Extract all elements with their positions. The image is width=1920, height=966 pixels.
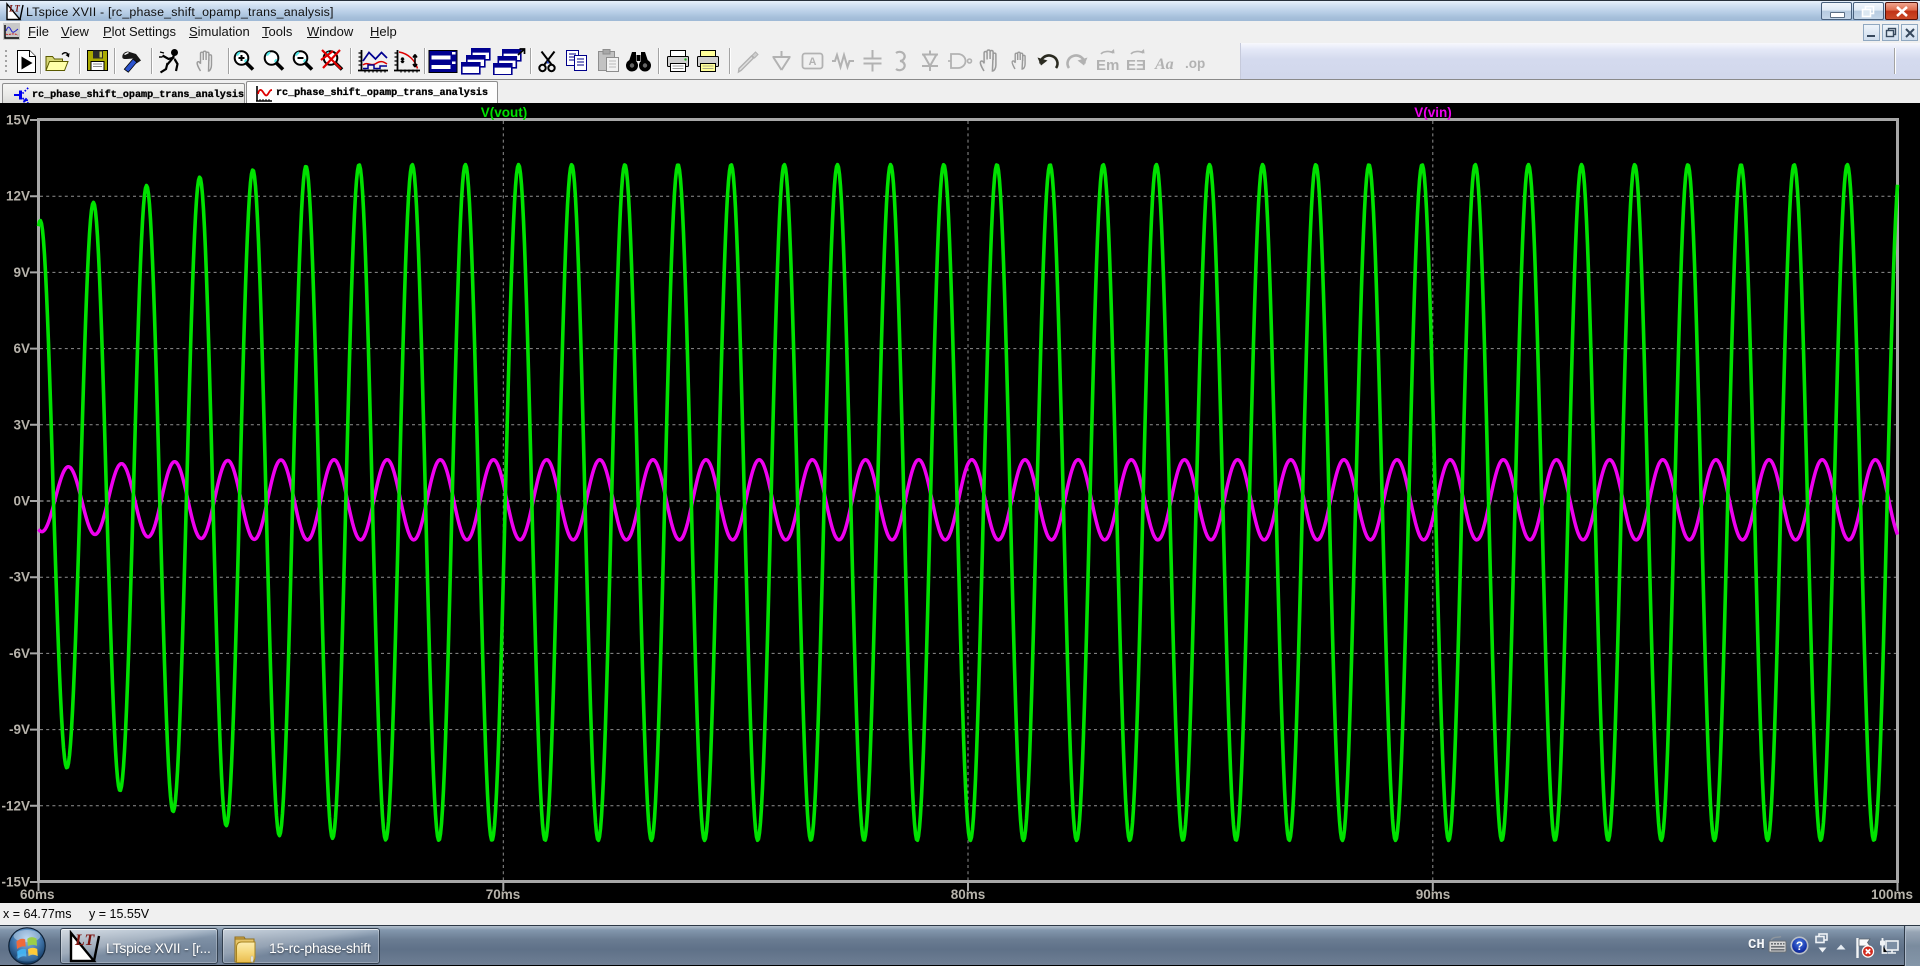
svg-text:9V: 9V (13, 265, 30, 280)
svg-text:A: A (809, 56, 817, 68)
svg-text:Aa: Aa (1154, 56, 1174, 73)
svg-text:EƎ: EƎ (1126, 57, 1146, 74)
svg-text:LT: LT (74, 932, 95, 949)
svg-text:60ms: 60ms (20, 887, 55, 902)
svg-text:-12V: -12V (1, 798, 30, 813)
svg-text:.op: .op (1185, 56, 1205, 71)
svg-text:12V: 12V (6, 189, 30, 204)
svg-text:V(vin): V(vin) (1414, 105, 1452, 120)
svg-text:70ms: 70ms (486, 887, 521, 902)
svg-text:6V: 6V (13, 341, 30, 356)
svg-text:0V: 0V (13, 494, 30, 509)
svg-text:-6V: -6V (9, 646, 30, 661)
svg-text:90ms: 90ms (1416, 887, 1451, 902)
svg-text:15V: 15V (6, 113, 30, 128)
svg-text:V(vout): V(vout) (481, 105, 528, 120)
svg-text:-9V: -9V (9, 722, 30, 737)
svg-text:3V: 3V (13, 417, 30, 432)
svg-text:Em: Em (1096, 57, 1119, 74)
svg-text:LT: LT (8, 4, 20, 14)
svg-text:-3V: -3V (9, 570, 30, 585)
svg-text:?: ? (1796, 939, 1803, 953)
svg-text:80ms: 80ms (951, 887, 986, 902)
svg-text:100ms: 100ms (1871, 887, 1913, 902)
